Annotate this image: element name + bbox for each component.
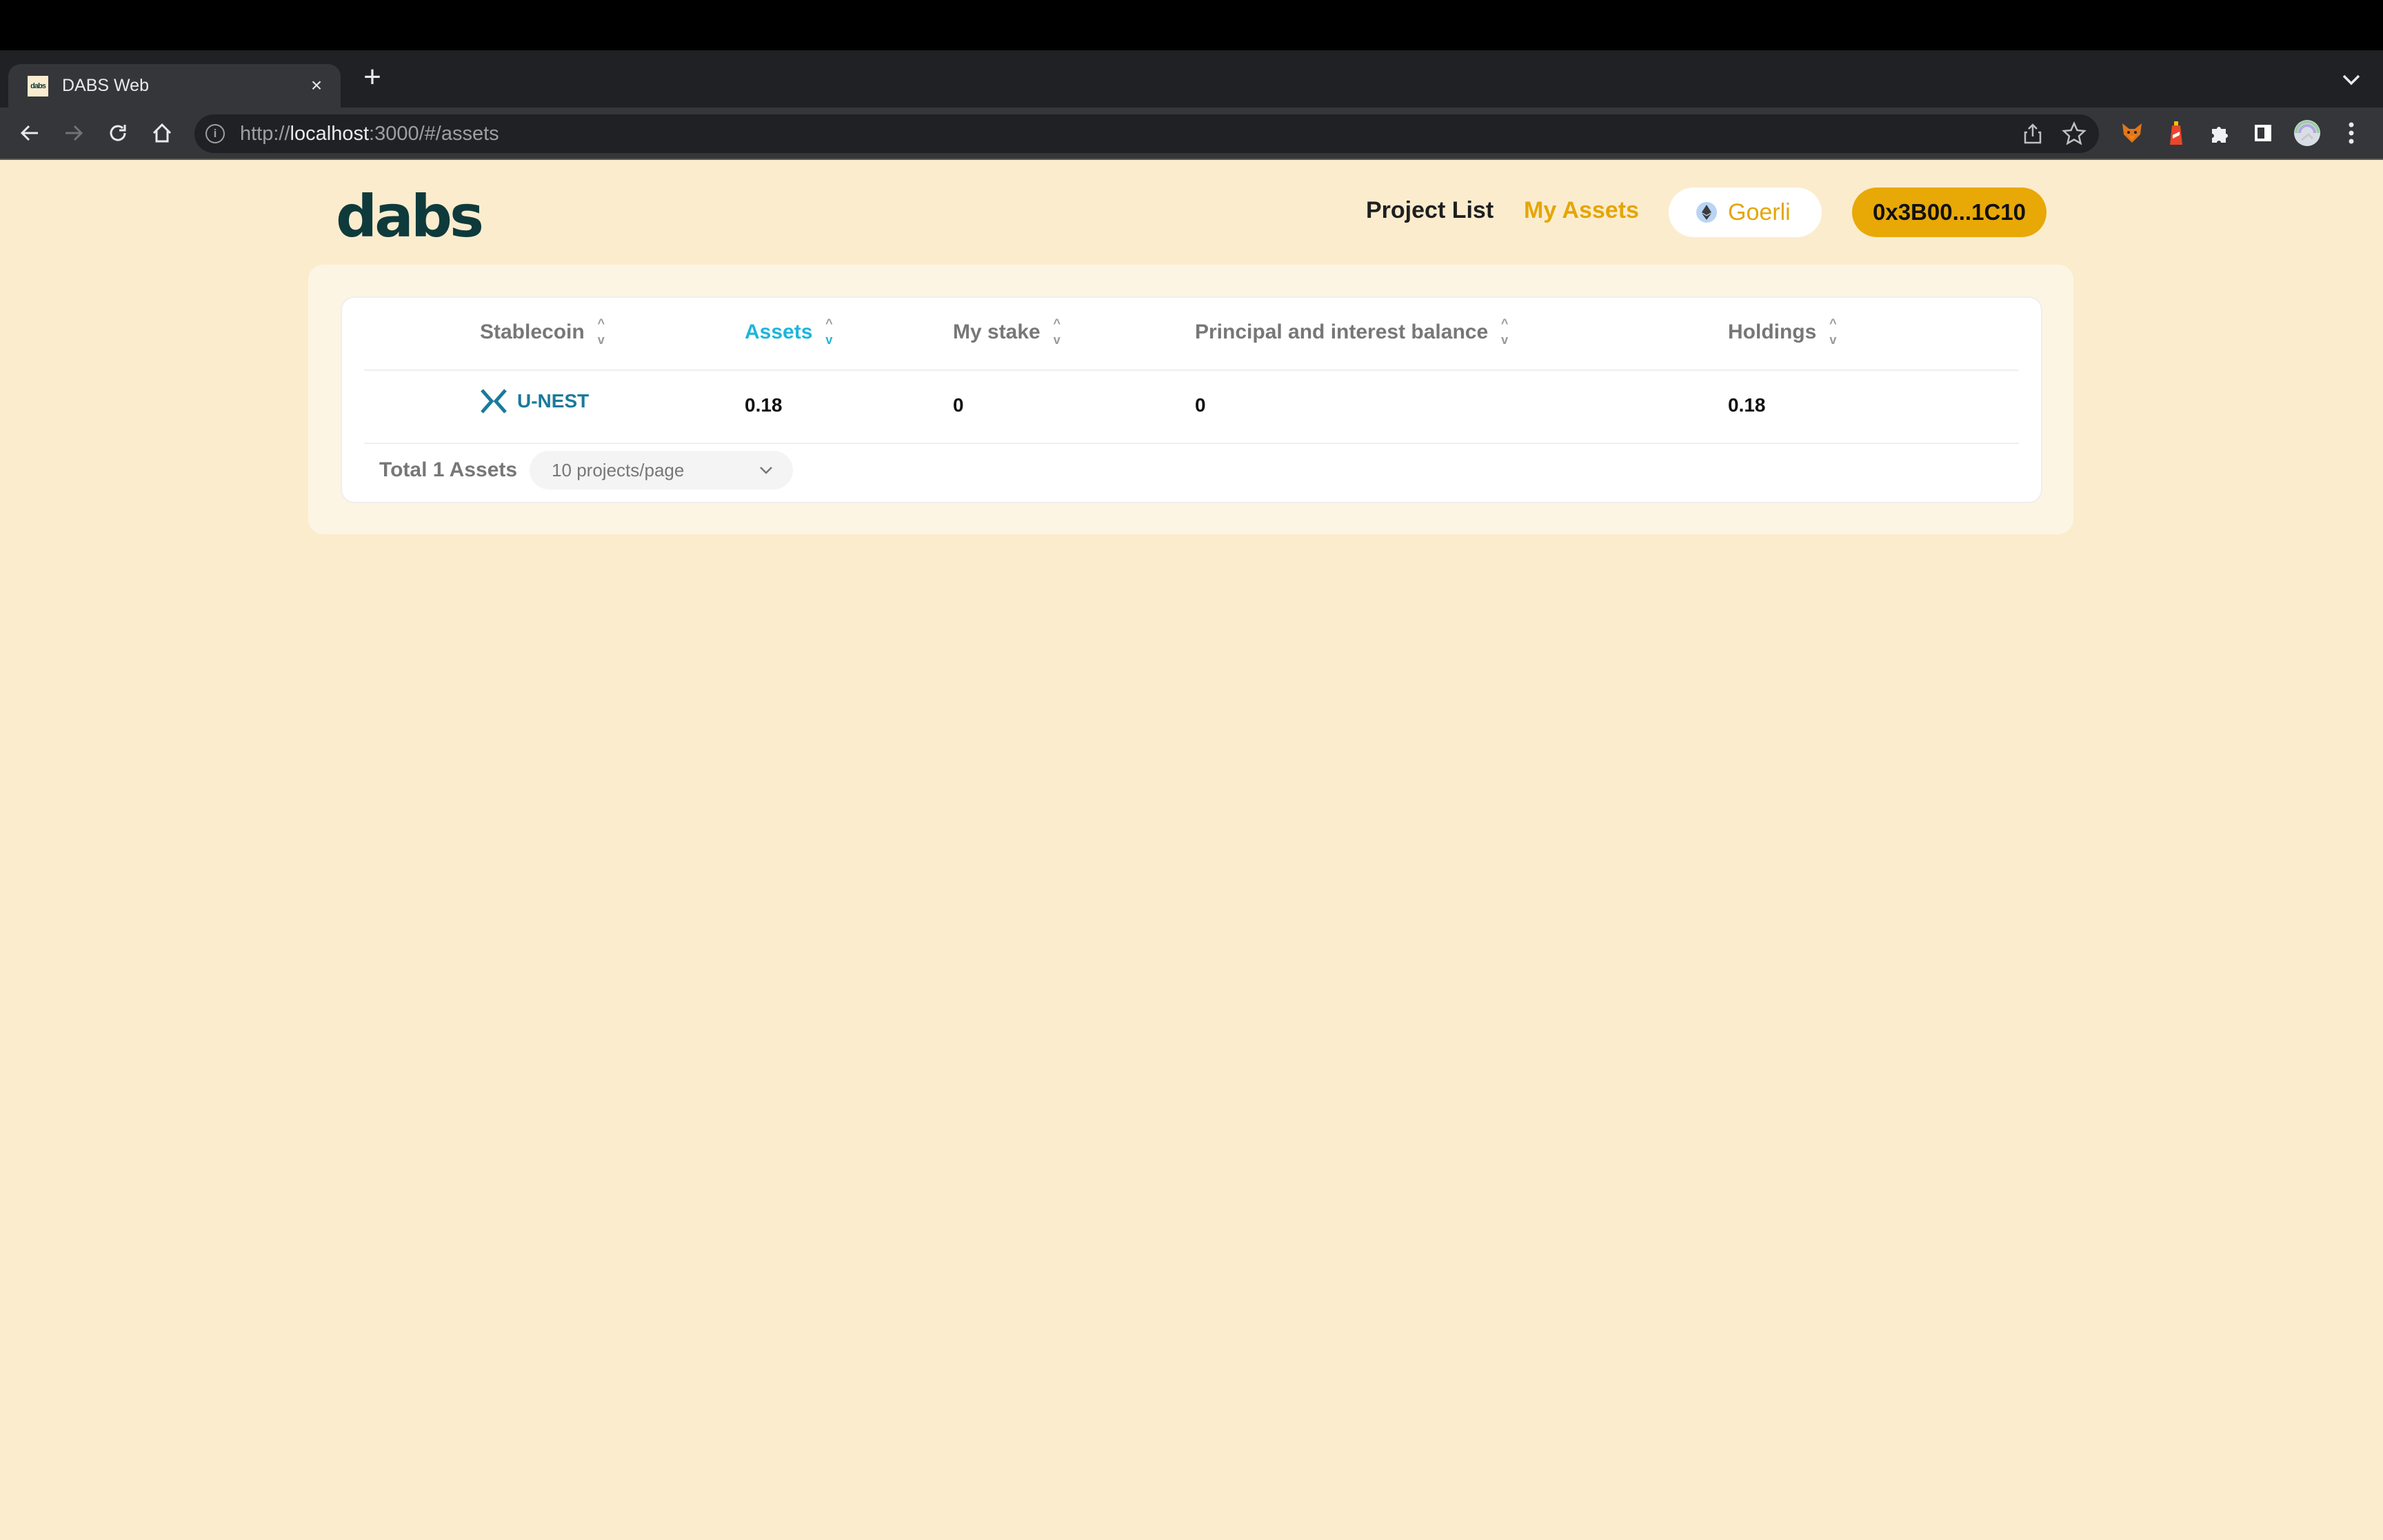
assets-table: Stablecoin ^ v Assets ^ v My stake ^ v Prin… (341, 296, 2042, 503)
url-text[interactable]: http://localhost:3000/#/assets (240, 123, 499, 145)
home-icon (152, 123, 172, 143)
sort-asc-icon: ^ (1053, 316, 1060, 330)
cell-stablecoin[interactable]: U-NEST (480, 389, 589, 414)
bookmark-star-icon[interactable] (2062, 121, 2087, 146)
browser-tab[interactable]: dabs DABS Web × (8, 64, 341, 108)
back-button[interactable] (12, 116, 47, 150)
cell-holdings: 0.18 (1728, 394, 1766, 416)
address-bar[interactable]: i http://localhost:3000/#/assets (194, 114, 2099, 153)
sort-desc-icon: v (825, 333, 833, 347)
sort-asc-icon: ^ (597, 316, 605, 330)
dabs-logo[interactable]: dabs (336, 188, 484, 245)
new-tab-button[interactable]: + (356, 62, 389, 95)
arrow-right-icon (66, 125, 83, 141)
wallet-address-button[interactable]: 0x3B00...1C10 (1852, 188, 2047, 237)
unest-logo-icon (481, 389, 507, 414)
column-label: Holdings (1728, 321, 1817, 343)
column-label: Principal and interest balance (1195, 321, 1489, 343)
profile-avatar[interactable] (2293, 119, 2321, 147)
coin-name: U-NEST (517, 390, 590, 412)
url-host: localhost (290, 123, 370, 145)
window-titlebar (0, 0, 2383, 50)
sort-desc-icon: v (1501, 333, 1509, 347)
network-button[interactable]: Goerli (1669, 188, 1822, 237)
browser-menu-icon[interactable] (2337, 119, 2365, 147)
row-divider (364, 443, 2019, 444)
page-size-select[interactable]: 10 projects/page (530, 451, 794, 489)
cell-assets: 0.18 (745, 394, 783, 416)
sort-desc-icon: v (597, 333, 605, 347)
cell-principal-interest: 0 (1195, 394, 1206, 416)
cell-my-stake: 0 (953, 394, 964, 416)
column-header-my-stake[interactable]: My stake ^ v (953, 317, 1063, 347)
reload-button[interactable] (101, 116, 135, 150)
column-label: Stablecoin (480, 321, 585, 343)
network-label: Goerli (1728, 199, 1791, 225)
column-header-holdings[interactable]: Holdings ^ v (1728, 317, 1838, 347)
column-label: Assets (745, 321, 813, 343)
sort-asc-icon: ^ (1829, 316, 1837, 330)
sort-asc-icon: ^ (825, 316, 833, 330)
column-header-assets[interactable]: Assets ^ v (745, 317, 834, 347)
pagination: Total 1 Assets 10 projects/page (379, 451, 794, 489)
reload-icon (110, 125, 126, 141)
sort-icon[interactable]: ^ v (596, 317, 607, 347)
extensions-puzzle-icon[interactable] (2205, 119, 2233, 147)
forward-button[interactable] (57, 116, 91, 150)
sort-icon[interactable]: ^ v (1052, 317, 1063, 347)
browser-toolbar: i http://localhost:3000/#/assets (0, 108, 2383, 160)
column-header-principal-interest[interactable]: Principal and interest balance ^ v (1195, 317, 1510, 347)
sort-icon[interactable]: ^ v (1499, 317, 1510, 347)
tab-favicon-icon: dabs (28, 75, 48, 97)
tab-close-icon[interactable]: × (305, 74, 328, 97)
ethereum-icon (1696, 202, 1717, 223)
metamask-extension-icon[interactable] (2118, 119, 2146, 147)
tab-search-chevron-icon[interactable] (2341, 72, 2362, 88)
home-button[interactable] (145, 116, 179, 150)
sort-desc-icon: v (1829, 333, 1837, 347)
nav-my-assets[interactable]: My Assets (1524, 197, 1639, 224)
nav-project-list[interactable]: Project List (1366, 197, 1494, 224)
sort-asc-icon: ^ (1500, 316, 1509, 330)
share-icon[interactable] (2022, 123, 2044, 145)
column-header-stablecoin[interactable]: Stablecoin ^ v (480, 317, 607, 347)
header-divider (364, 369, 2019, 371)
url-scheme: http:// (240, 123, 290, 145)
assets-panel: Stablecoin ^ v Assets ^ v My stake ^ v Prin… (308, 265, 2073, 534)
site-info-icon[interactable]: i (205, 124, 225, 143)
sort-icon[interactable]: ^ v (823, 317, 834, 347)
side-panel-icon[interactable] (2249, 119, 2277, 147)
lighthouse-extension-icon[interactable] (2162, 119, 2190, 147)
chevron-down-icon (760, 467, 772, 474)
url-path: :3000/#/assets (369, 123, 499, 145)
page: dabs Project List My Assets Goerli 0x3B0… (0, 160, 2383, 1540)
page-size-value: 10 projects/page (552, 459, 685, 480)
arrow-left-icon (20, 125, 38, 141)
column-label: My stake (953, 321, 1040, 343)
sort-desc-icon: v (1053, 333, 1060, 347)
sort-icon[interactable]: ^ v (1827, 317, 1838, 347)
tab-title: DABS Web (62, 76, 149, 95)
total-count: Total 1 Assets (379, 458, 518, 481)
